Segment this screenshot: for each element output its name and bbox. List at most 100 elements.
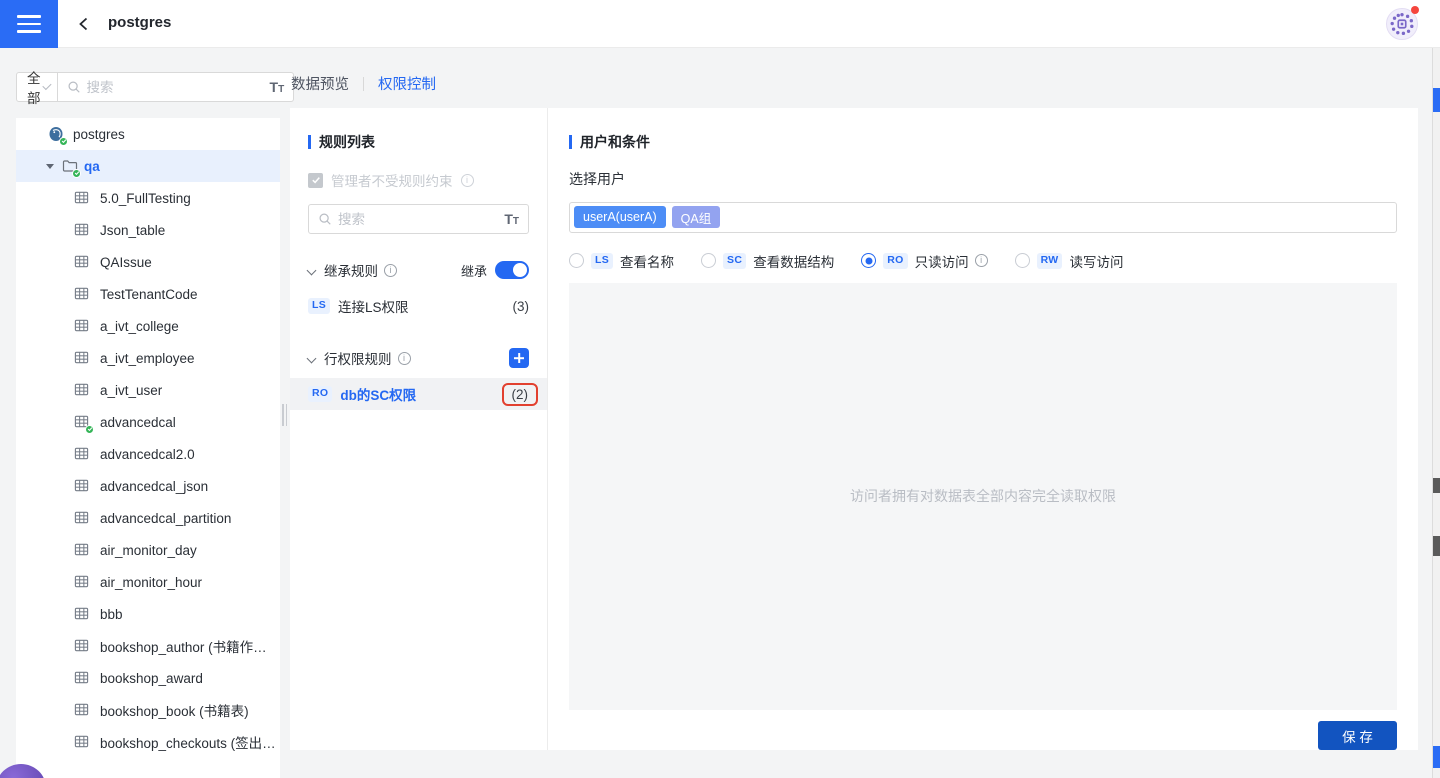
user-tag[interactable]: userA(userA): [574, 206, 666, 228]
tree-item-table[interactable]: a_ivt_college: [16, 310, 280, 342]
match-case-icon[interactable]: [270, 80, 285, 95]
user-select-input[interactable]: userA(userA) QA组: [569, 202, 1397, 233]
tree-item-connection[interactable]: postgres: [16, 118, 280, 150]
table-icon: [74, 702, 91, 719]
table-name: TestTenantCode: [100, 287, 198, 302]
permission-badge: RO: [308, 386, 332, 402]
table-icon: [74, 222, 91, 239]
tree-item-table[interactable]: air_monitor_day: [16, 534, 280, 566]
tree-item-table[interactable]: advancedcal2.0: [16, 438, 280, 470]
verified-check-icon: [72, 169, 81, 178]
table-icon: [74, 478, 91, 495]
tree-item-table[interactable]: QAIssue: [16, 246, 280, 278]
table-icon: [74, 318, 91, 335]
tree-item-table[interactable]: advancedcal: [16, 406, 280, 438]
table-icon: [74, 414, 91, 431]
chevron-down-icon[interactable]: [307, 353, 317, 363]
tree-item-table[interactable]: TestTenantCode: [16, 278, 280, 310]
permission-badge: RO: [883, 253, 907, 269]
info-icon: i: [398, 352, 411, 365]
radio-icon[interactable]: [861, 253, 876, 268]
tree-item-table[interactable]: a_ivt_user: [16, 374, 280, 406]
user-avatar[interactable]: [1386, 8, 1418, 40]
search-icon: [318, 212, 332, 226]
verified-check-icon: [85, 425, 94, 434]
tree-item-table[interactable]: air_monitor_hour: [16, 566, 280, 598]
table-name: bookshop_book (书籍表): [100, 700, 249, 720]
tree-item-table[interactable]: bookshop_author (书籍作者表): [16, 630, 280, 662]
chevron-down-icon: [43, 81, 52, 90]
tree-item-schema-qa[interactable]: qa: [16, 150, 280, 182]
radio-icon[interactable]: [569, 253, 584, 268]
user-tag[interactable]: QA组: [672, 206, 721, 228]
table-icon: [74, 606, 91, 623]
tree-item-table[interactable]: bookshop_checkouts (签出表): [16, 726, 280, 758]
permission-label: 查看数据结构: [753, 251, 834, 271]
user-condition-title: 用户和条件: [569, 132, 1397, 152]
info-icon: i: [975, 254, 988, 267]
sidebar-resize-handle[interactable]: [282, 404, 288, 426]
chevron-down-icon[interactable]: [307, 265, 317, 275]
admin-exempt-label: 管理者不受规则约束: [331, 170, 453, 190]
table-name: a_ivt_employee: [100, 351, 195, 366]
rule-search[interactable]: [308, 204, 529, 234]
inherit-toggle-label: 继承: [461, 261, 487, 280]
permission-label: 读写访问: [1069, 251, 1123, 271]
table-name: Json_table: [100, 223, 165, 238]
title-accent-bar: [569, 135, 572, 149]
table-icon: [74, 350, 91, 367]
title-accent-bar: [308, 135, 311, 149]
tree-item-table[interactable]: 5.0_FullTesting: [16, 182, 280, 214]
tab-data-preview[interactable]: 数据预览: [291, 73, 349, 94]
tree-item-table[interactable]: advancedcal_json: [16, 470, 280, 502]
rule-item-inherit[interactable]: LS 连接LS权限 (3): [308, 292, 529, 320]
back-button[interactable]: [72, 12, 96, 36]
add-rule-button[interactable]: [509, 348, 529, 368]
table-name: bookshop_author (书籍作者表): [100, 636, 280, 656]
permission-radio-option[interactable]: RO 只读访问 i: [861, 251, 987, 271]
inherit-toggle-switch[interactable]: [495, 261, 529, 279]
tree-item-table[interactable]: bookshop_award: [16, 662, 280, 694]
select-user-label: 选择用户: [569, 169, 1397, 189]
table-name: advancedcal2.0: [100, 447, 195, 462]
table-name: bbb: [100, 607, 123, 622]
hamburger-menu-button[interactable]: [0, 0, 58, 48]
permission-radio-option[interactable]: RW 读写访问: [1015, 251, 1124, 271]
permission-radio-option[interactable]: LS 查看名称: [569, 251, 674, 271]
table-name: bookshop_checkouts (签出表): [100, 732, 280, 752]
object-type-value: 全部: [27, 67, 43, 107]
match-case-icon[interactable]: [504, 212, 519, 227]
tree-item-table[interactable]: advancedcal_partition: [16, 502, 280, 534]
rule-count: (3): [513, 299, 530, 314]
caret-down-icon[interactable]: [46, 164, 54, 169]
sidebar-search-input[interactable]: [87, 80, 264, 95]
tab-permission-control[interactable]: 权限控制: [378, 73, 436, 94]
tree-item-table[interactable]: bbb: [16, 598, 280, 630]
connection-title: postgres: [108, 14, 171, 31]
radio-icon[interactable]: [1015, 253, 1030, 268]
table-name: advancedcal_partition: [100, 511, 231, 526]
save-button[interactable]: 保 存: [1318, 721, 1397, 750]
tree-item-table[interactable]: a_ivt_employee: [16, 342, 280, 374]
radio-icon[interactable]: [701, 253, 716, 268]
table-name: a_ivt_user: [100, 383, 162, 398]
sidebar-filter-row: 全部: [16, 72, 280, 102]
top-bar: postgres: [0, 0, 1440, 48]
permission-radio-option[interactable]: SC 查看数据结构: [701, 251, 834, 271]
rule-name: db的SC权限: [340, 384, 416, 404]
connection-name: postgres: [73, 127, 125, 142]
sidebar-search[interactable]: [58, 72, 295, 102]
admin-exempt-checkbox-row: 管理者不受规则约束 i: [308, 170, 529, 190]
rule-list-title-text: 规则列表: [319, 132, 375, 152]
table-name: a_ivt_college: [100, 319, 179, 334]
object-type-select[interactable]: 全部: [16, 72, 58, 102]
permission-badge: SC: [723, 253, 746, 269]
search-icon: [67, 80, 81, 94]
tree-item-table[interactable]: Json_table: [16, 214, 280, 246]
rule-item-row-selected[interactable]: RO db的SC权限 (2): [290, 378, 547, 410]
table-icon: [74, 670, 91, 687]
checkbox-checked-disabled-icon[interactable]: [308, 173, 323, 188]
tree-item-table[interactable]: bookshop_book (书籍表): [16, 694, 280, 726]
rule-search-input[interactable]: [338, 212, 498, 227]
table-name: 5.0_FullTesting: [100, 191, 191, 206]
